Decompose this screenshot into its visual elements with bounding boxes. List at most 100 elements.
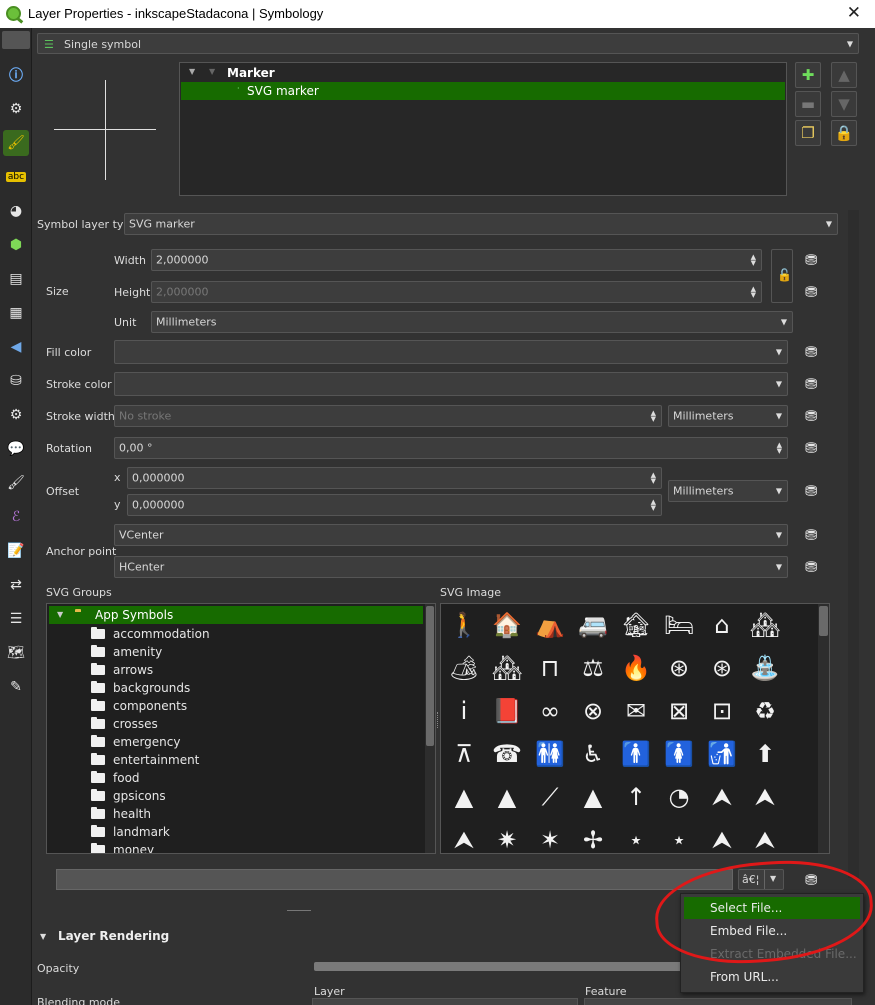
add-layer-button[interactable]: ✚	[795, 62, 821, 88]
group-item[interactable]: food	[91, 769, 140, 787]
dependencies-icon[interactable]: ⇄	[3, 572, 29, 598]
offset-unit-combo[interactable]: Millimeters ▼	[668, 480, 788, 502]
svg-symbol-icon[interactable]: ⮝	[705, 823, 739, 853]
spin-arrows-icon[interactable]: ▲ ▼	[751, 286, 756, 299]
data-defined-override-icon[interactable]: ⛃	[805, 439, 823, 457]
svg-image-grid[interactable]: 🚶 🏠 ⛺ 🚐 🏚 🛏 ⌂ 🏘 🏕 🏘 ⊓ ⚖ 🔥 ⊛ ⊛ ⛲ i 📕 ∞ ⊗ ✉ ⊠ ⊡ ♻ ⊼ ☎ 🚻 ♿ 🚹 🚺 🚮 ⬆ ▲ ▲ ⟋ ▲ ↑ ◔ ⮝ ⮝…	[440, 603, 830, 854]
stroke-width-spinbox[interactable]: No stroke ▲ ▼	[114, 405, 662, 427]
offset-y-spinbox[interactable]: 0,000000 ▲ ▼	[127, 494, 662, 516]
data-defined-override-icon[interactable]: ⛃	[805, 558, 823, 576]
metadata-icon[interactable]: 📝	[3, 538, 29, 564]
layer-blend-combo[interactable]	[312, 998, 578, 1005]
remove-layer-button[interactable]: ▬	[795, 91, 821, 117]
svg-symbol-icon[interactable]: ⊛	[662, 651, 696, 685]
data-defined-override-icon[interactable]: ⛃	[805, 283, 823, 301]
svg-symbol-icon[interactable]: ⊓	[533, 651, 567, 685]
data-defined-override-icon[interactable]: ⛃	[805, 871, 823, 889]
group-item[interactable]: crosses	[91, 715, 158, 733]
svg-symbol-icon[interactable]: 🏚	[619, 608, 653, 642]
svg-symbol-icon[interactable]: 🚮	[705, 737, 739, 771]
legend-icon[interactable]: ☰	[3, 606, 29, 632]
svg-symbol-icon[interactable]: ♿	[576, 737, 610, 771]
variables-icon[interactable]: ℰ	[3, 504, 29, 530]
fill-color-button[interactable]: ▼	[114, 340, 788, 364]
splitter-handle[interactable]	[437, 712, 439, 728]
lock-aspect-ratio-button[interactable]: 🔓	[771, 249, 793, 303]
spin-arrows-icon[interactable]: ▲ ▼	[651, 472, 656, 485]
qgis-server-icon[interactable]: 🗺	[3, 640, 29, 666]
svg-symbol-icon[interactable]: 🏠	[490, 608, 524, 642]
group-item[interactable]: gpsicons	[91, 787, 166, 805]
sidebar-search-input[interactable]	[2, 31, 30, 49]
spin-arrows-icon[interactable]: ▲ ▼	[651, 499, 656, 512]
svg-file-path-input[interactable]	[56, 869, 733, 890]
chevron-down-icon[interactable]: ▼	[770, 874, 776, 883]
groups-scrollbar[interactable]	[425, 604, 435, 853]
svg-symbol-icon[interactable]: ▲	[490, 780, 524, 814]
svg-symbol-icon[interactable]: i	[447, 694, 481, 728]
group-item[interactable]: amenity	[91, 643, 162, 661]
data-defined-override-icon[interactable]: ⛃	[805, 343, 823, 361]
group-item[interactable]: components	[91, 697, 187, 715]
symbology-brush-icon[interactable]: 🖌	[3, 130, 29, 156]
auxiliary-storage-icon[interactable]: ⛁	[3, 368, 29, 394]
spin-arrows-icon[interactable]: ▲ ▼	[651, 410, 656, 423]
svg-symbol-icon[interactable]: ⟋	[533, 780, 567, 814]
svg-symbol-icon[interactable]: ⬆	[748, 737, 782, 771]
svg-symbol-icon[interactable]: ⋆	[619, 823, 653, 853]
svg-symbol-icon[interactable]: ⊛	[705, 651, 739, 685]
source-settings-icon[interactable]: ⚙	[3, 96, 29, 122]
svg-symbol-icon[interactable]: 🚺	[662, 737, 696, 771]
group-item[interactable]: arrows	[91, 661, 153, 679]
svg-symbol-icon[interactable]: 🏕	[447, 651, 481, 685]
svg-symbol-icon[interactable]: ✷	[490, 823, 524, 853]
file-browse-button[interactable]: â€¦ ▼	[738, 869, 784, 890]
width-spinbox[interactable]: 2,000000 ▲ ▼	[151, 249, 762, 271]
svg-symbol-icon[interactable]: 🚻	[533, 737, 567, 771]
svg-symbol-icon[interactable]: ▲	[576, 780, 610, 814]
size-unit-combo[interactable]: Millimeters ▼	[151, 311, 793, 333]
display-tips-icon[interactable]: 💬	[3, 436, 29, 462]
duplicate-layer-button[interactable]: ❐	[795, 120, 821, 146]
svg-symbol-icon[interactable]: ⊼	[447, 737, 481, 771]
move-up-button[interactable]: ▲	[831, 62, 857, 88]
svg-symbol-icon[interactable]: ⮝	[447, 823, 481, 853]
svg-symbol-icon[interactable]: ⚖	[576, 651, 610, 685]
svg-symbol-icon[interactable]: ⊗	[576, 694, 610, 728]
group-item[interactable]: health	[91, 805, 151, 823]
group-item[interactable]: emergency	[91, 733, 180, 751]
group-item[interactable]: accommodation	[91, 625, 210, 643]
joins-icon[interactable]: ◀	[3, 334, 29, 360]
collapse-arrow-icon[interactable]: ▼	[40, 932, 46, 941]
svg-symbol-icon[interactable]: ✢	[576, 823, 610, 853]
svg-symbol-icon[interactable]: 🚶	[447, 608, 481, 642]
group-item[interactable]: backgrounds	[91, 679, 190, 697]
image-scrollbar[interactable]	[818, 604, 829, 853]
information-icon[interactable]: ⓘ	[3, 62, 29, 88]
groups-scrollbar-thumb[interactable]	[426, 606, 434, 746]
svg-symbol-icon[interactable]: 🛏	[662, 608, 696, 642]
feature-blend-combo[interactable]	[584, 998, 852, 1005]
svg-symbol-icon[interactable]: ⌂	[705, 608, 739, 642]
svg-groups-tree[interactable]: ▼ App Symbols accommodation amenity arro…	[46, 603, 436, 854]
rotation-spinbox[interactable]: 0,00 ° ▲ ▼	[114, 437, 788, 459]
svg-symbol-icon[interactable]: ⊡	[705, 694, 739, 728]
svg-symbol-icon[interactable]: ⮝	[705, 780, 739, 814]
group-item[interactable]: entertainment	[91, 751, 199, 769]
svg-symbol-icon[interactable]: 🏘	[490, 651, 524, 685]
height-spinbox[interactable]: 2,000000 ▲ ▼	[151, 281, 762, 303]
spin-arrows-icon[interactable]: ▲ ▼	[777, 442, 782, 455]
attributes-form-icon[interactable]: ▦	[3, 300, 29, 326]
svg-symbol-icon[interactable]: ⮝	[748, 780, 782, 814]
expand-arrow-icon[interactable]: ▼	[57, 610, 63, 619]
move-down-button[interactable]: ▼	[831, 91, 857, 117]
rendering-brush-icon[interactable]: 🖌	[3, 470, 29, 496]
svg-symbol-icon[interactable]: 🏘	[748, 608, 782, 642]
group-item[interactable]: landmark	[91, 823, 170, 841]
data-defined-override-icon[interactable]: ⛃	[805, 251, 823, 269]
horizontal-anchor-combo[interactable]: HCenter ▼	[114, 556, 788, 578]
tree-item-svg-marker[interactable]: · SVG marker	[181, 82, 785, 100]
fields-icon[interactable]: ▤	[3, 266, 29, 292]
menu-item-embed-file[interactable]: Embed File...	[684, 920, 860, 942]
data-defined-override-icon[interactable]: ⛃	[805, 482, 823, 500]
